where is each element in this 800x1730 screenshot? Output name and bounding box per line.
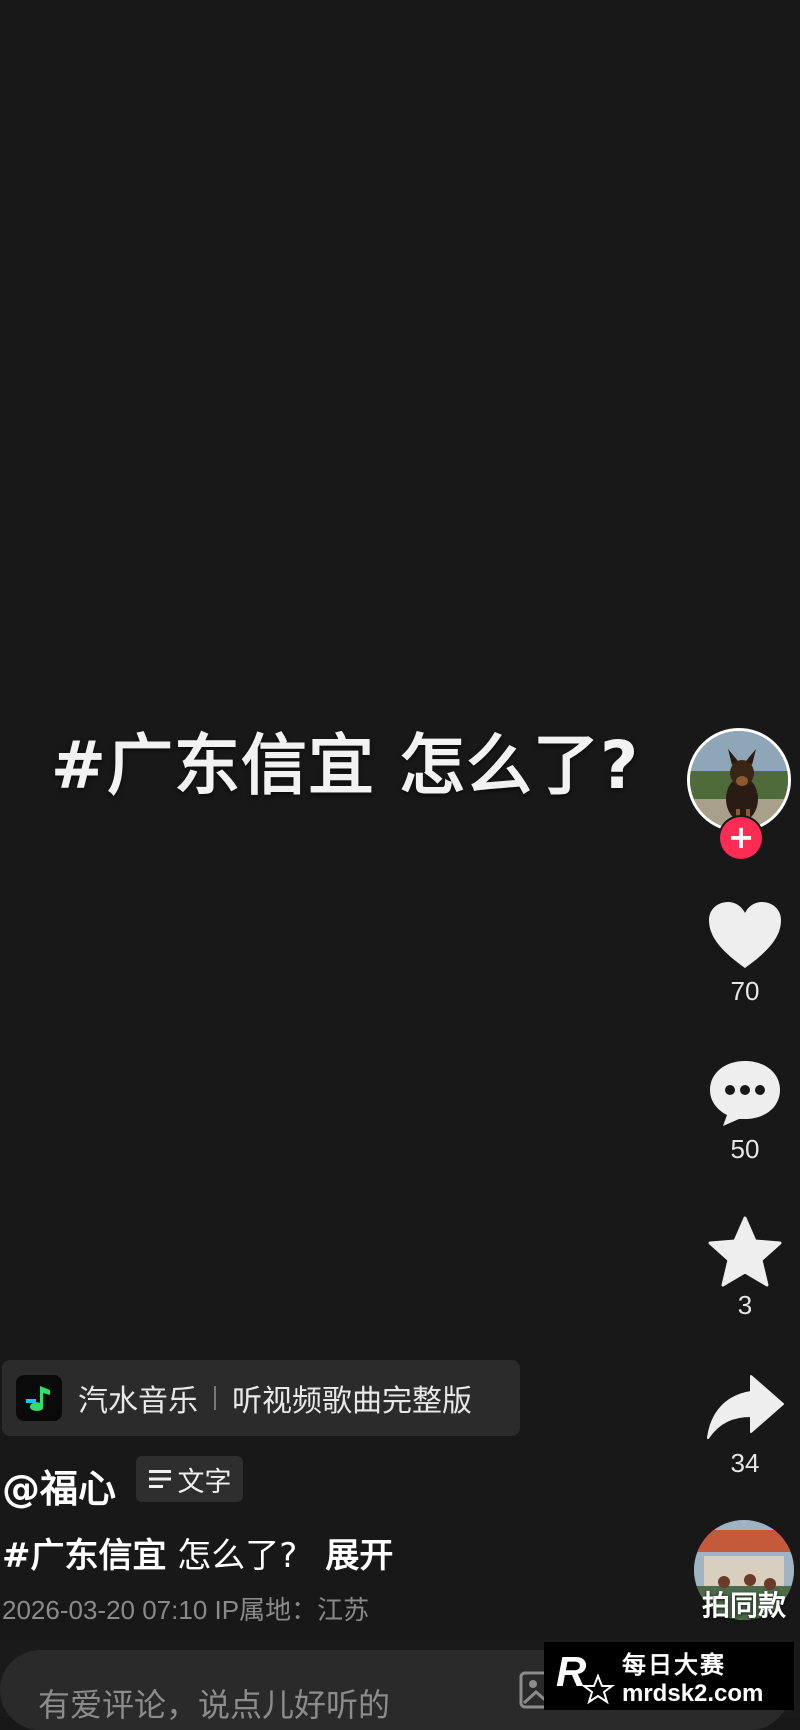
text-mode-label: 文字 <box>177 1466 232 1498</box>
post-description: #广东信宜 怎么了? 展开 <box>2 1528 393 1577</box>
favorite-count: 3 <box>737 1290 753 1320</box>
follow-button[interactable]: + <box>720 817 762 859</box>
text-lines-icon <box>148 1470 171 1488</box>
same-style-label: 拍同款 <box>701 1589 786 1622</box>
heart-icon <box>709 902 781 968</box>
same-style-button[interactable]: 拍同款 <box>692 1520 796 1622</box>
comment-button[interactable]: 50 <box>690 1058 800 1165</box>
watermark-cn: 每日大赛 <box>622 1650 726 1679</box>
svg-text:R: R <box>556 1648 587 1695</box>
watermark-logo: R <box>556 1648 615 1705</box>
comment-count: 50 <box>730 1134 760 1164</box>
description-text: 怎么了? <box>166 1536 298 1576</box>
post-meta: 2026-03-20 07:10 IP属地：江苏 <box>2 1595 370 1625</box>
music-promo-bar[interactable]: 汽水音乐 听视频歌曲完整版 <box>2 1360 520 1436</box>
author-avatar-button[interactable]: + <box>687 728 795 859</box>
hashtag-link[interactable]: #广东信宜 <box>2 1536 167 1576</box>
share-count: 34 <box>730 1448 760 1478</box>
like-button[interactable]: 70 <box>690 900 800 1007</box>
avatar-dog-image <box>690 731 788 829</box>
music-divider <box>214 1386 216 1410</box>
watermark-text: 每日大赛 mrdsk2.com <box>622 1645 763 1708</box>
text-mode-button[interactable]: 文字 <box>136 1456 243 1502</box>
expand-button[interactable]: 展开 <box>325 1536 393 1576</box>
video-overlay-text: #广东信宜 怎么了? <box>50 727 640 804</box>
like-count: 70 <box>730 976 760 1006</box>
share-arrow-icon <box>707 1375 784 1439</box>
music-app-logo <box>16 1375 62 1421</box>
share-button[interactable]: 34 <box>690 1374 800 1479</box>
watermark-en: mrdsk2.com <box>622 1679 764 1707</box>
comment-placeholder: 有爱评论，说点儿好听的 <box>38 1686 391 1724</box>
author-name-link[interactable]: @福心 <box>2 1458 116 1513</box>
comment-bubble-icon <box>710 1061 780 1126</box>
music-note-icon <box>26 1386 50 1411</box>
star-icon <box>708 1216 782 1287</box>
music-promo-text: 听视频歌曲完整版 <box>232 1384 472 1419</box>
music-app-name: 汽水音乐 <box>78 1384 198 1419</box>
favorite-button[interactable]: 3 <box>690 1216 800 1321</box>
watermark: R 每日大赛 mrdsk2.com <box>544 1642 794 1710</box>
